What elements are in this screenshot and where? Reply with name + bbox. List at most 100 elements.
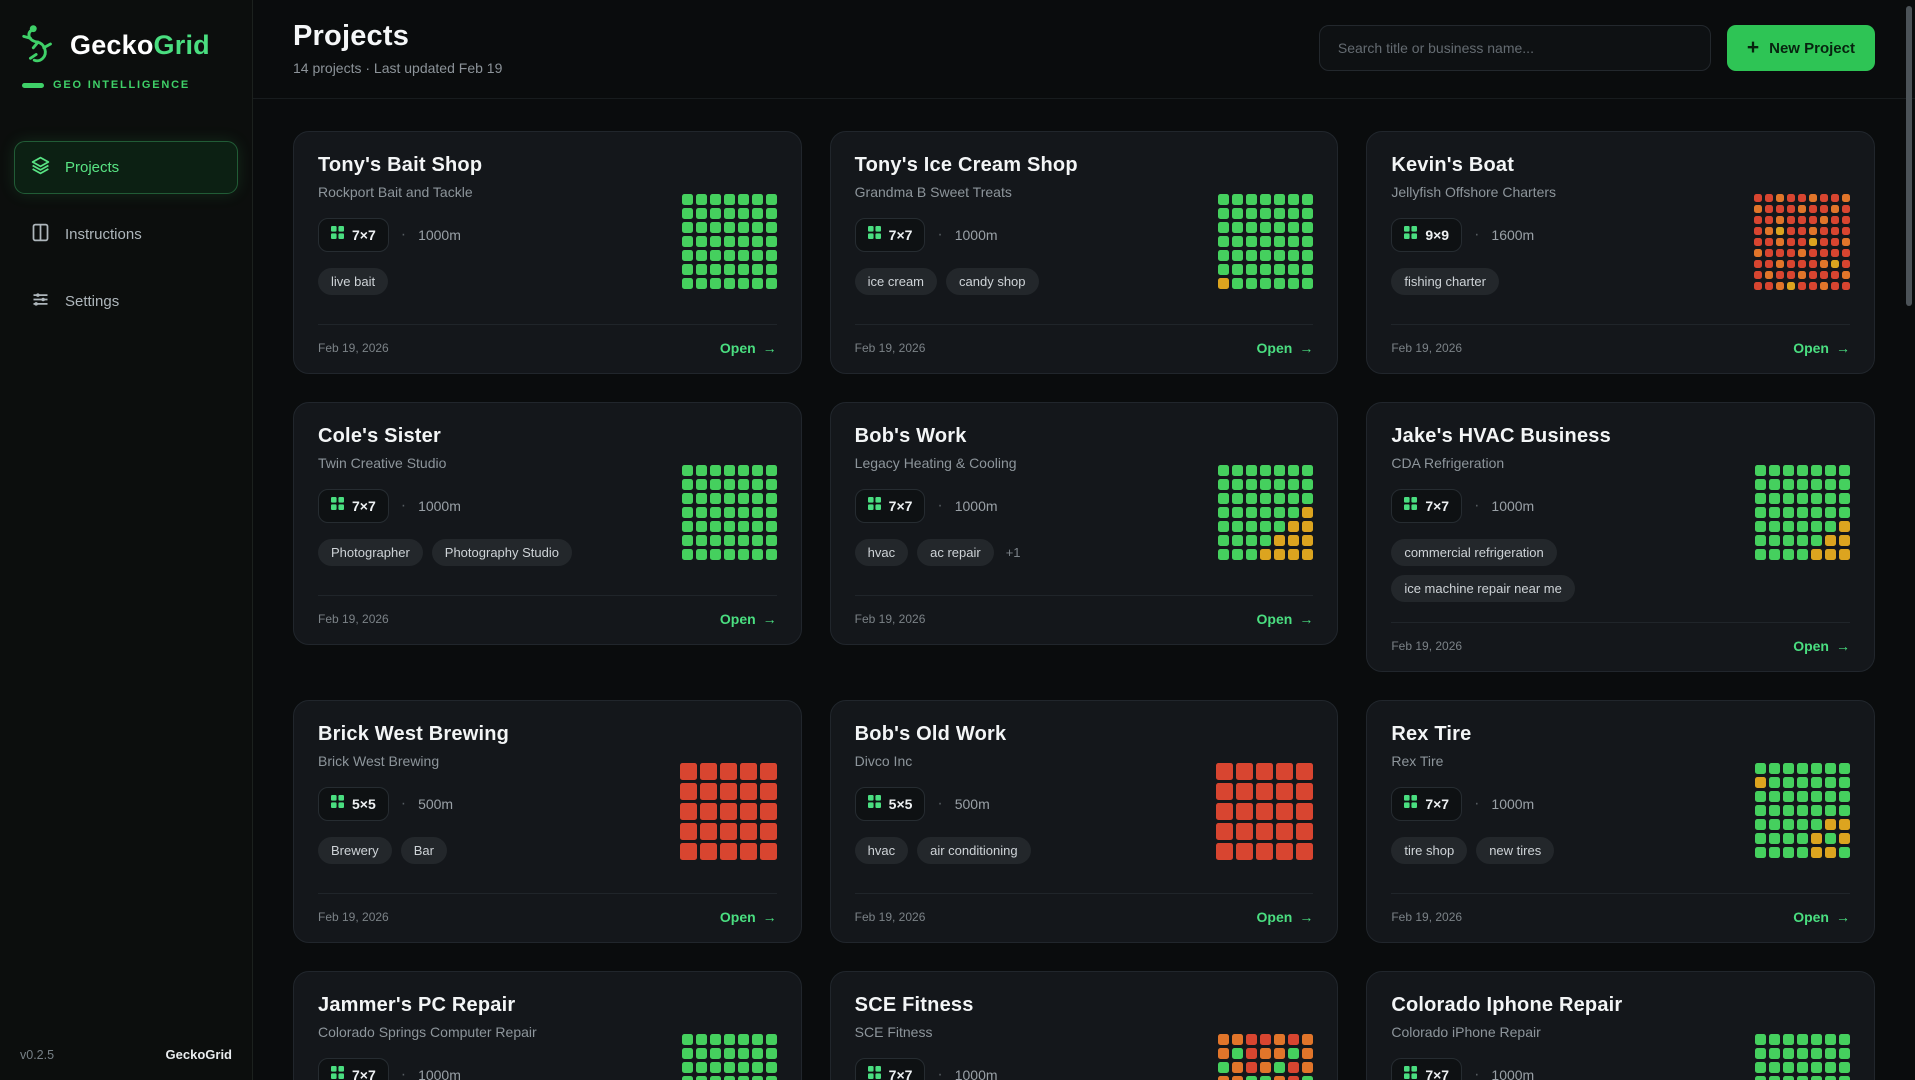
grid-cell xyxy=(1798,205,1806,213)
sidebar-item-projects[interactable]: Projects xyxy=(14,141,238,194)
grid-cell xyxy=(1260,1048,1271,1059)
grid-cell xyxy=(1811,763,1822,774)
open-link[interactable]: Open → xyxy=(1793,909,1850,925)
project-card[interactable]: Kevin's Boat Jellyfish Offshore Charters… xyxy=(1366,131,1875,374)
separator-dot: · xyxy=(937,795,942,813)
grid-cell xyxy=(710,208,721,219)
tag-list: commercial refrigerationice machine repa… xyxy=(1391,539,1722,602)
grid-cell xyxy=(1755,763,1766,774)
project-card[interactable]: Tony's Bait Shop Rockport Bait and Tackl… xyxy=(293,131,802,374)
grid-icon xyxy=(868,497,881,515)
grid-cell xyxy=(752,194,763,205)
grid-cell xyxy=(1302,250,1313,261)
grid-cell xyxy=(680,823,697,840)
grid-cell xyxy=(1769,479,1780,490)
project-title: Jake's HVAC Business xyxy=(1391,425,1722,448)
grid-cell xyxy=(1274,194,1285,205)
grid-cell xyxy=(710,1076,721,1080)
arrow-right-icon: → xyxy=(763,909,777,925)
open-link[interactable]: Open → xyxy=(1793,340,1850,356)
project-card[interactable]: Bob's Old Work Divco Inc 5×5 · 500m hvac… xyxy=(830,700,1339,943)
open-link[interactable]: Open → xyxy=(720,611,777,627)
grid-cell xyxy=(1825,805,1836,816)
grid-size-label: 7×7 xyxy=(352,227,376,243)
project-card[interactable]: Bob's Work Legacy Heating & Cooling 7×7 … xyxy=(830,402,1339,645)
card-footer: Feb 19, 2026 Open → xyxy=(855,324,1314,373)
open-link[interactable]: Open → xyxy=(1793,638,1850,654)
meta-row: 7×7 · 1000m xyxy=(1391,1058,1722,1080)
grid-cell xyxy=(1769,535,1780,546)
project-card[interactable]: Colorado Iphone Repair Colorado iPhone R… xyxy=(1366,971,1875,1080)
project-title: Kevin's Boat xyxy=(1391,154,1722,177)
grid-cell xyxy=(1232,1034,1243,1045)
search-input[interactable] xyxy=(1319,25,1711,71)
grid-cell xyxy=(1302,236,1313,247)
scrollbar-thumb[interactable] xyxy=(1906,6,1912,306)
grid-cell xyxy=(1783,521,1794,532)
grid-cell xyxy=(1288,1034,1299,1045)
grid-cell xyxy=(1769,847,1780,858)
grid-cell xyxy=(1769,805,1780,816)
grid-cell xyxy=(1218,250,1229,261)
grid-cell xyxy=(1302,479,1313,490)
project-card[interactable]: Brick West Brewing Brick West Brewing 5×… xyxy=(293,700,802,943)
project-business: Colorado Springs Computer Repair xyxy=(318,1024,649,1040)
project-card[interactable]: Rex Tire Rex Tire 7×7 · 1000m tire shopn… xyxy=(1366,700,1875,943)
grid-cell xyxy=(1797,805,1808,816)
grid-cell xyxy=(682,250,693,261)
open-link[interactable]: Open → xyxy=(1257,611,1314,627)
open-link[interactable]: Open → xyxy=(1257,340,1314,356)
project-business: Divco Inc xyxy=(855,753,1186,769)
open-link[interactable]: Open → xyxy=(720,340,777,356)
grid-size-label: 9×9 xyxy=(1425,227,1449,243)
grid-cell xyxy=(720,783,737,800)
book-icon xyxy=(30,222,51,247)
grid-cell xyxy=(738,278,749,289)
grid-cell xyxy=(1246,264,1257,275)
grid-cell xyxy=(1825,1048,1836,1059)
grid-cell xyxy=(724,1062,735,1073)
grid-cell xyxy=(1755,521,1766,532)
project-title: Jammer's PC Repair xyxy=(318,994,649,1017)
grid-cell xyxy=(1842,216,1850,224)
tag-pill: Photography Studio xyxy=(432,539,572,566)
arrow-right-icon: → xyxy=(1299,909,1313,925)
sidebar-item-settings[interactable]: Settings xyxy=(14,275,238,328)
grid-cell xyxy=(740,783,757,800)
open-link[interactable]: Open → xyxy=(1257,909,1314,925)
grid-cell xyxy=(1256,823,1273,840)
grid-cell xyxy=(1260,535,1271,546)
grid-cell xyxy=(1783,535,1794,546)
grid-cell xyxy=(1260,278,1271,289)
grid-cell xyxy=(1274,479,1285,490)
project-card[interactable]: Jammer's PC Repair Colorado Springs Comp… xyxy=(293,971,802,1080)
grid-cell xyxy=(710,264,721,275)
grid-cell xyxy=(738,1062,749,1073)
new-project-button[interactable]: + New Project xyxy=(1727,25,1875,71)
grid-cell xyxy=(1260,222,1271,233)
tag-pill: Brewery xyxy=(318,837,392,864)
grid-cell xyxy=(1831,282,1839,290)
grid-cell xyxy=(682,507,693,518)
sliders-icon xyxy=(30,289,51,314)
mini-grid xyxy=(1755,763,1850,858)
project-card[interactable]: Cole's Sister Twin Creative Studio 7×7 ·… xyxy=(293,402,802,645)
grid-cell xyxy=(1825,763,1836,774)
project-card[interactable]: SCE Fitness SCE Fitness 7×7 · 1000m xyxy=(830,971,1339,1080)
project-card[interactable]: Tony's Ice Cream Shop Grandma B Sweet Tr… xyxy=(830,131,1339,374)
grid-cell xyxy=(1809,282,1817,290)
separator-dot: · xyxy=(937,226,942,244)
grid-cell xyxy=(752,493,763,504)
open-link[interactable]: Open → xyxy=(720,909,777,925)
grid-cell xyxy=(1797,1076,1808,1080)
grid-cell xyxy=(752,1048,763,1059)
grid-size-label: 7×7 xyxy=(1425,796,1449,812)
sidebar-item-instructions[interactable]: Instructions xyxy=(14,208,238,261)
grid-cell xyxy=(724,222,735,233)
grid-cell xyxy=(1256,803,1273,820)
grid-cell xyxy=(766,479,777,490)
project-card[interactable]: Jake's HVAC Business CDA Refrigeration 7… xyxy=(1366,402,1875,672)
meta-row: 9×9 · 1600m xyxy=(1391,218,1722,252)
project-business: CDA Refrigeration xyxy=(1391,455,1722,471)
grid-cell xyxy=(696,493,707,504)
